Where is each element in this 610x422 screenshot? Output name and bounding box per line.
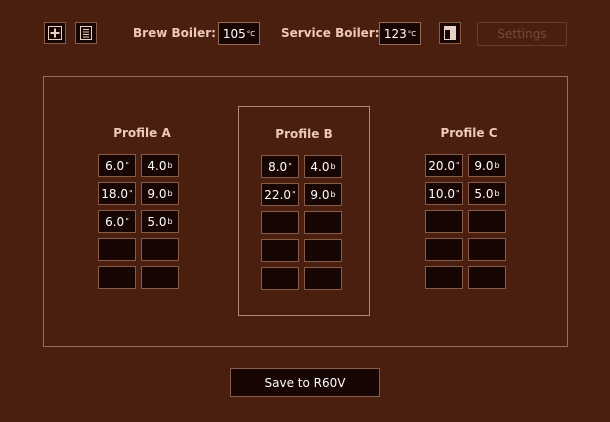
step-pressure-field[interactable] bbox=[468, 266, 506, 289]
step-pressure-field[interactable] bbox=[141, 266, 179, 289]
step-pressure-field[interactable]: 4.0 b bbox=[141, 154, 179, 177]
step-pressure-unit: b bbox=[494, 161, 500, 170]
step-pressure-value: 4.0 bbox=[310, 159, 330, 174]
profile-title: Profile A bbox=[113, 126, 171, 140]
step-time-value: 6.0 bbox=[105, 214, 125, 229]
step-time-unit: " bbox=[125, 217, 129, 226]
step-time-unit: " bbox=[125, 161, 129, 170]
step-pressure-field[interactable] bbox=[304, 267, 342, 290]
profile-column[interactable]: Profile C 20.0 " 9.0 b 10.0 " 5.0 b bbox=[403, 106, 535, 316]
step-time-unit: " bbox=[456, 189, 460, 198]
plus-icon[interactable] bbox=[44, 22, 66, 44]
step-time-value: 10.0 bbox=[428, 186, 456, 201]
profile-title: Profile C bbox=[440, 126, 498, 140]
profile-column[interactable]: Profile B 8.0 " 4.0 b 22.0 " 9.0 b bbox=[238, 106, 370, 316]
toolbar: Brew Boiler: 105 °C Service Boiler: 123 °C… bbox=[0, 0, 610, 70]
step-time-field[interactable] bbox=[98, 266, 136, 289]
service-boiler-field[interactable]: 123 °C bbox=[379, 22, 421, 45]
step-pressure-unit: b bbox=[330, 190, 336, 199]
step-pressure-unit: b bbox=[167, 217, 173, 226]
step-time-field[interactable]: 22.0 " bbox=[261, 183, 299, 206]
step-pressure-value: 9.0 bbox=[310, 187, 330, 202]
sidebar-panel-icon[interactable] bbox=[439, 22, 461, 44]
step-pressure-unit: b bbox=[167, 189, 173, 198]
step-pressure-value: 5.0 bbox=[474, 186, 494, 201]
service-boiler-unit: °C bbox=[407, 29, 417, 38]
step-pressure-field[interactable]: 5.0 b bbox=[141, 210, 179, 233]
brew-boiler-label: Brew Boiler: bbox=[133, 26, 216, 40]
step-pressure-field[interactable]: 5.0 b bbox=[468, 182, 506, 205]
step-pressure-field[interactable]: 9.0 b bbox=[141, 182, 179, 205]
save-label: Save to R60V bbox=[264, 375, 346, 390]
step-time-field[interactable] bbox=[98, 238, 136, 261]
step-pressure-field[interactable] bbox=[468, 210, 506, 233]
step-time-field[interactable] bbox=[261, 239, 299, 262]
step-time-unit: " bbox=[288, 162, 292, 171]
step-pressure-unit: b bbox=[330, 162, 336, 171]
service-boiler-value: 123 bbox=[383, 26, 407, 41]
step-pressure-value: 9.0 bbox=[147, 186, 167, 201]
step-time-field[interactable] bbox=[261, 211, 299, 234]
step-pressure-field[interactable]: 9.0 b bbox=[304, 183, 342, 206]
step-time-field[interactable] bbox=[425, 266, 463, 289]
step-pressure-field[interactable]: 4.0 b bbox=[304, 155, 342, 178]
profile-column[interactable]: Profile A 6.0 " 4.0 b 18.0 " 9.0 b 6.0 " 5.0 b bbox=[76, 106, 208, 316]
step-pressure-field[interactable]: 9.0 b bbox=[468, 154, 506, 177]
step-time-field[interactable]: 6.0 " bbox=[98, 154, 136, 177]
step-pressure-unit: b bbox=[167, 161, 173, 170]
step-time-unit: " bbox=[292, 190, 296, 199]
step-time-value: 18.0 bbox=[101, 186, 129, 201]
step-pressure-value: 5.0 bbox=[147, 214, 167, 229]
step-time-field[interactable] bbox=[425, 238, 463, 261]
step-time-field[interactable]: 10.0 " bbox=[425, 182, 463, 205]
step-time-unit: " bbox=[456, 161, 460, 170]
brew-boiler-unit: °C bbox=[246, 29, 256, 38]
brew-boiler-field[interactable]: 105 °C bbox=[218, 22, 260, 45]
step-pressure-value: 4.0 bbox=[147, 158, 167, 173]
step-pressure-value: 9.0 bbox=[474, 158, 494, 173]
step-pressure-field[interactable] bbox=[141, 238, 179, 261]
step-time-field[interactable] bbox=[261, 267, 299, 290]
step-time-field[interactable]: 18.0 " bbox=[98, 182, 136, 205]
step-time-value: 6.0 bbox=[105, 158, 125, 173]
profile-title: Profile B bbox=[275, 127, 333, 141]
settings-label: Settings bbox=[497, 27, 547, 41]
step-time-value: 8.0 bbox=[268, 159, 288, 174]
step-time-value: 22.0 bbox=[264, 187, 292, 202]
service-boiler-label: Service Boiler: bbox=[281, 26, 380, 40]
step-pressure-field[interactable] bbox=[304, 211, 342, 234]
step-time-value: 20.0 bbox=[428, 158, 456, 173]
step-time-field[interactable]: 8.0 " bbox=[261, 155, 299, 178]
step-pressure-field[interactable] bbox=[468, 238, 506, 261]
settings-button[interactable]: Settings bbox=[477, 22, 567, 46]
brew-boiler-value: 105 bbox=[222, 26, 246, 41]
save-button[interactable]: Save to R60V bbox=[230, 368, 380, 397]
step-time-unit: " bbox=[129, 189, 133, 198]
step-pressure-unit: b bbox=[494, 189, 500, 198]
step-time-field[interactable] bbox=[425, 210, 463, 233]
step-pressure-field[interactable] bbox=[304, 239, 342, 262]
step-time-field[interactable]: 20.0 " bbox=[425, 154, 463, 177]
list-icon[interactable] bbox=[75, 22, 97, 44]
step-time-field[interactable]: 6.0 " bbox=[98, 210, 136, 233]
